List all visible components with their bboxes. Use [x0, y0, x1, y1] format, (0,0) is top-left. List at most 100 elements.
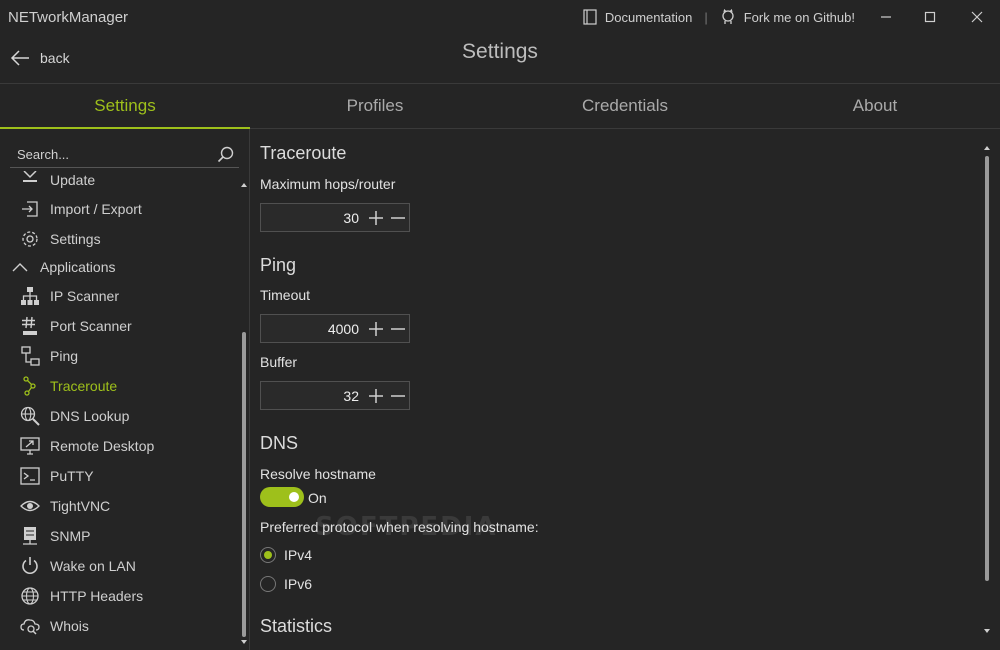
documentation-link[interactable]: Documentation: [583, 9, 692, 25]
title-separator: |: [704, 9, 708, 25]
dns-section-title: DNS: [260, 433, 299, 453]
tab-settings[interactable]: Settings: [0, 84, 250, 129]
github-label: Fork me on Github!: [743, 9, 855, 25]
page-title: Settings: [462, 40, 538, 63]
tab-bar: Settings Profiles Credentials About: [0, 84, 1000, 129]
app-title: NETworkManager: [8, 9, 129, 26]
sidebar-item-port-scanner[interactable]: Port Scanner: [0, 311, 238, 341]
preferred-protocol-label: Preferred protocol when resolving hostna…: [260, 519, 539, 535]
gear-icon: [19, 228, 41, 250]
power-icon: [19, 555, 41, 577]
max-hops-label: Maximum hops/router: [260, 176, 396, 192]
globe-search-icon: [19, 405, 41, 427]
github-icon: [722, 9, 734, 24]
github-link[interactable]: Fork me on Github!: [720, 9, 855, 25]
sidebar-scroll-thumb[interactable]: [242, 332, 246, 637]
sidebar-item-wake-on-lan[interactable]: Wake on LAN: [0, 551, 238, 581]
sidebar-item-putty[interactable]: PuTTY: [0, 461, 238, 491]
sidebar-item-label: SNMP: [50, 528, 91, 544]
sidebar-item-label: Whois: [50, 618, 89, 634]
sidebar-item-label: DNS Lookup: [50, 408, 130, 424]
traceroute-section-title: Traceroute: [260, 143, 347, 163]
sidebar-item-import-export[interactable]: Import / Export: [0, 194, 238, 224]
title-bar: NETworkManager Documentation | Fork me o…: [0, 0, 1000, 36]
minus-icon[interactable]: [387, 318, 409, 340]
minimize-button[interactable]: [869, 4, 903, 30]
sidebar-item-snmp[interactable]: SNMP: [0, 521, 238, 551]
sidebar-item-label: PuTTY: [50, 468, 94, 484]
documentation-label: Documentation: [604, 9, 693, 25]
max-hops-value[interactable]: 30: [261, 210, 365, 226]
minus-icon[interactable]: [387, 207, 409, 229]
max-hops-input[interactable]: 30: [260, 203, 410, 232]
traceroute-icon: [19, 375, 41, 397]
terminal-icon: [19, 465, 41, 487]
sidebar-item-settings[interactable]: Settings: [0, 224, 238, 254]
ping-icon: [19, 345, 41, 367]
close-icon: [971, 11, 983, 23]
sidebar-scroll-up-icon[interactable]: [241, 183, 247, 187]
close-button[interactable]: [960, 4, 994, 30]
eye-icon: [19, 495, 41, 517]
sidebar-item-label: Remote Desktop: [50, 438, 155, 454]
plus-icon[interactable]: [365, 318, 387, 340]
chevron-up-icon: [9, 256, 31, 278]
search-input[interactable]: [10, 145, 209, 163]
ipv4-radio[interactable]: IPv4: [260, 547, 312, 563]
page-header: back Settings: [0, 36, 1000, 84]
sidebar-item-label: Ping: [50, 348, 79, 364]
sidebar-item-whois[interactable]: Whois: [0, 611, 238, 641]
statistics-section-title: Statistics: [260, 616, 333, 636]
sidebar-item-label: Wake on LAN: [50, 558, 136, 574]
plus-icon[interactable]: [365, 385, 387, 407]
buffer-label: Buffer: [260, 354, 298, 370]
globe-icon: [19, 585, 41, 607]
maximize-button[interactable]: [913, 4, 947, 30]
timeout-input[interactable]: 4000: [260, 314, 410, 343]
timeout-value[interactable]: 4000: [261, 321, 365, 337]
resolve-hostname-label: Resolve hostname: [260, 466, 376, 482]
radio-unchecked-icon: [260, 576, 276, 592]
buffer-value[interactable]: 32: [261, 388, 365, 404]
sidebar-item-remote-desktop[interactable]: Remote Desktop: [0, 431, 238, 461]
hash-icon: [19, 315, 41, 337]
minimize-icon: [881, 16, 891, 18]
sidebar-item-tightvnc[interactable]: TightVNC: [0, 491, 238, 521]
tab-credentials[interactable]: Credentials: [500, 84, 750, 128]
sidebar-item-traceroute[interactable]: Traceroute: [0, 371, 238, 401]
buffer-input[interactable]: 32: [260, 381, 410, 410]
remote-desktop-icon: [19, 435, 41, 457]
settings-sidebar: Update Import / Export Settings Applicat…: [0, 129, 250, 650]
download-icon: [19, 169, 41, 191]
sidebar-group-applications[interactable]: Applications: [0, 252, 238, 282]
ipv4-label: IPv4: [284, 547, 313, 563]
sidebar-item-label: Settings: [50, 231, 101, 247]
sidebar-item-ping[interactable]: Ping: [0, 341, 238, 371]
minus-icon[interactable]: [387, 385, 409, 407]
sidebar-scroll-down-icon[interactable]: [241, 640, 247, 644]
plus-icon[interactable]: [365, 207, 387, 229]
sidebar-item-label: Port Scanner: [50, 318, 132, 334]
sidebar-item-update[interactable]: Update: [0, 166, 238, 194]
ping-section-title: Ping: [260, 255, 297, 275]
ipv6-radio[interactable]: IPv6: [260, 576, 312, 592]
sidebar-item-http-headers[interactable]: HTTP Headers: [0, 581, 238, 611]
timeout-label: Timeout: [260, 287, 311, 303]
sidebar-item-label: IP Scanner: [50, 288, 120, 304]
resolve-hostname-toggle[interactable]: [260, 487, 304, 507]
sidebar-item-label: Traceroute: [50, 378, 118, 394]
search-icon[interactable]: [217, 146, 235, 164]
sidebar-item-label: TightVNC: [50, 498, 111, 514]
title-links: Documentation | Fork me on Github!: [583, 9, 855, 25]
content-scroll-down-icon[interactable]: [984, 629, 990, 633]
sidebar-item-ip-scanner[interactable]: IP Scanner: [0, 281, 238, 311]
content-scroll-up-icon[interactable]: [984, 146, 990, 150]
tab-about[interactable]: About: [750, 84, 1000, 128]
network-icon: [19, 285, 41, 307]
sidebar-item-dns-lookup[interactable]: DNS Lookup: [0, 401, 238, 431]
ipv6-label: IPv6: [284, 576, 313, 592]
tab-profiles[interactable]: Profiles: [250, 84, 500, 128]
import-icon: [19, 198, 41, 220]
sidebar-item-label: Update: [50, 172, 96, 188]
content-scroll-thumb[interactable]: [985, 156, 989, 581]
